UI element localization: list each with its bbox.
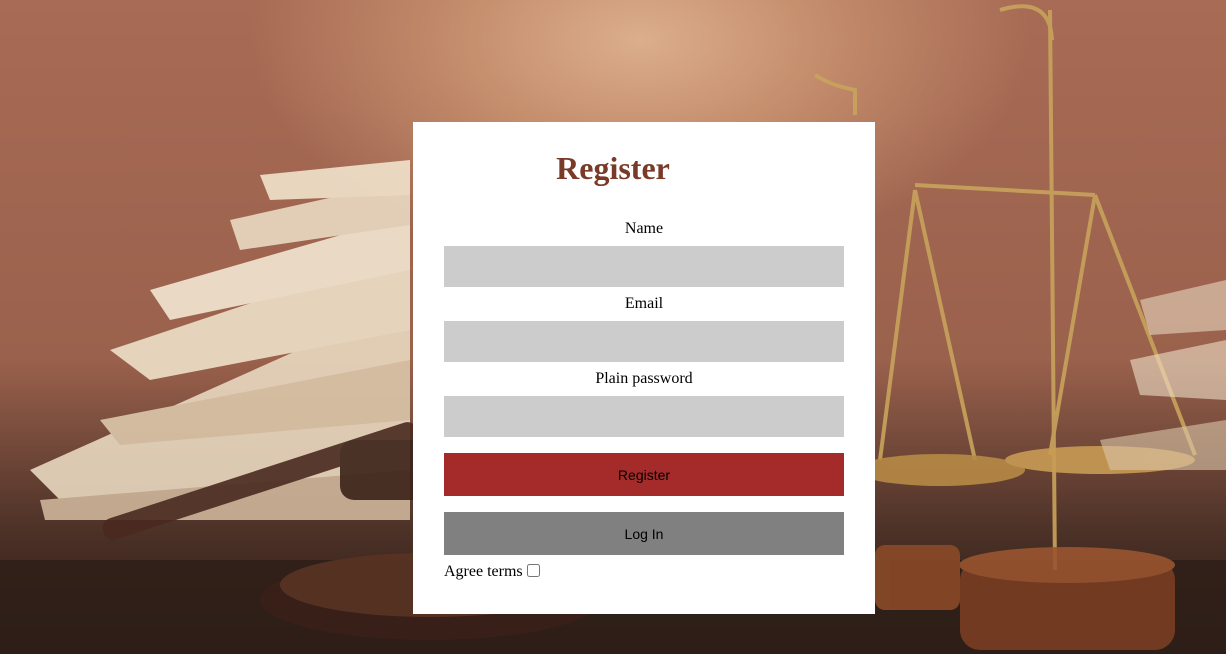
login-button[interactable]: Log In: [444, 512, 844, 555]
register-button[interactable]: Register: [444, 453, 844, 496]
agree-terms-checkbox[interactable]: [526, 563, 540, 577]
password-input[interactable]: [444, 396, 844, 437]
password-label: Plain password: [595, 370, 693, 387]
email-input[interactable]: [444, 321, 844, 362]
email-label: Email: [624, 295, 664, 312]
name-label: Name: [624, 220, 664, 237]
name-input[interactable]: [444, 246, 844, 287]
page-title: Register: [556, 150, 670, 186]
agree-terms-label: Agree terms: [444, 563, 523, 580]
agree-terms-row: Agree terms: [444, 563, 540, 581]
